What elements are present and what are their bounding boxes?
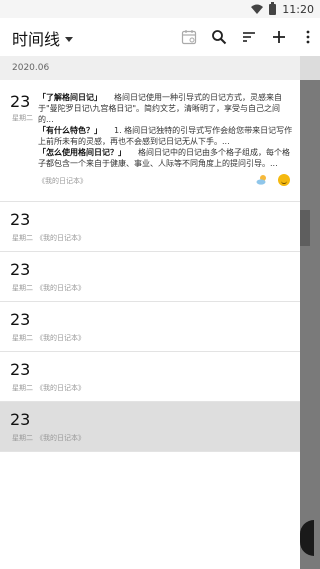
wifi-icon [251, 4, 264, 14]
entry-notebook: 《我的日记本》 [36, 434, 85, 442]
entry-preview: 「了解格间日记」 格间日记使用一种引导式的日记方式，灵感来自于"曼陀罗日记\九宫… [38, 92, 293, 169]
entry-notebook: 《我的日记本》 [36, 234, 85, 242]
entry-notebook: 《我的日记本》 [36, 284, 85, 292]
diary-entry[interactable]: 23 星期二 《我的日记本》 [0, 202, 300, 252]
floating-action-button[interactable] [300, 520, 314, 556]
entry-weekday: 星期二 [12, 434, 33, 442]
sort-icon [243, 32, 255, 42]
calendar-button[interactable] [178, 26, 200, 48]
section-heading: 「怎么使用格间日记？」 [38, 148, 122, 157]
add-entry-button[interactable] [268, 26, 290, 48]
month-header: 2020.06 [0, 56, 300, 80]
dropdown-caret-icon [65, 36, 74, 42]
status-bar: 11:20 [0, 0, 320, 18]
search-icon [212, 30, 227, 45]
entry-notebook: 《我的日记本》 [36, 334, 85, 342]
entry-day: 23 [10, 360, 31, 379]
entry-notebook: 《我的日记本》 [36, 384, 85, 392]
entry-day: 23 [10, 310, 31, 329]
diary-entry[interactable]: 23 星期二 《我的日记本》 [0, 302, 300, 352]
entry-day: 23 [10, 92, 31, 111]
timeline-selector[interactable]: 时间线 [12, 26, 74, 50]
entry-weekday: 星期二 [12, 334, 33, 342]
drawer-edge-top [300, 56, 320, 80]
entry-day: 23 [10, 210, 31, 229]
mood-icon [278, 174, 290, 186]
diary-entry[interactable]: 23 星期二 「了解格间日记」 格间日记使用一种引导式的日记方式，灵感来自于"曼… [0, 80, 300, 202]
page-title: 时间线 [12, 30, 61, 49]
weather-icon [256, 175, 266, 185]
drawer-scrim[interactable] [300, 80, 320, 569]
sort-button[interactable] [238, 26, 260, 48]
more-button[interactable] [298, 26, 318, 48]
section-heading: 「了解格间日记」 [38, 93, 98, 102]
diary-entry[interactable]: 23 星期二 《我的日记本》 [0, 402, 300, 452]
app-bar: 时间线 [0, 18, 320, 56]
entry-weekday: 星期二 [12, 234, 33, 242]
diary-entry[interactable]: 23 星期二 《我的日记本》 [0, 252, 300, 302]
diary-entry[interactable]: 23 星期二 《我的日记本》 [0, 352, 300, 402]
section-heading: 「有什么特色？」 [38, 126, 98, 135]
entry-weekday: 星期二 [12, 284, 33, 292]
battery-icon [269, 1, 277, 15]
more-vert-icon [306, 30, 310, 44]
entry-notebook: 《我的日记本》 [38, 177, 87, 185]
entry-weekday: 星期二 [12, 114, 33, 122]
drawer-handle[interactable] [300, 210, 310, 246]
entry-day: 23 [10, 410, 31, 429]
timeline-list: 23 星期二 「了解格间日记」 格间日记使用一种引导式的日记方式，灵感来自于"曼… [0, 80, 300, 452]
entry-day: 23 [10, 260, 31, 279]
status-time: 11:20 [282, 2, 314, 16]
calendar-icon [181, 30, 197, 45]
entry-weekday: 星期二 [12, 384, 33, 392]
search-button[interactable] [208, 26, 230, 48]
plus-icon [273, 31, 285, 43]
